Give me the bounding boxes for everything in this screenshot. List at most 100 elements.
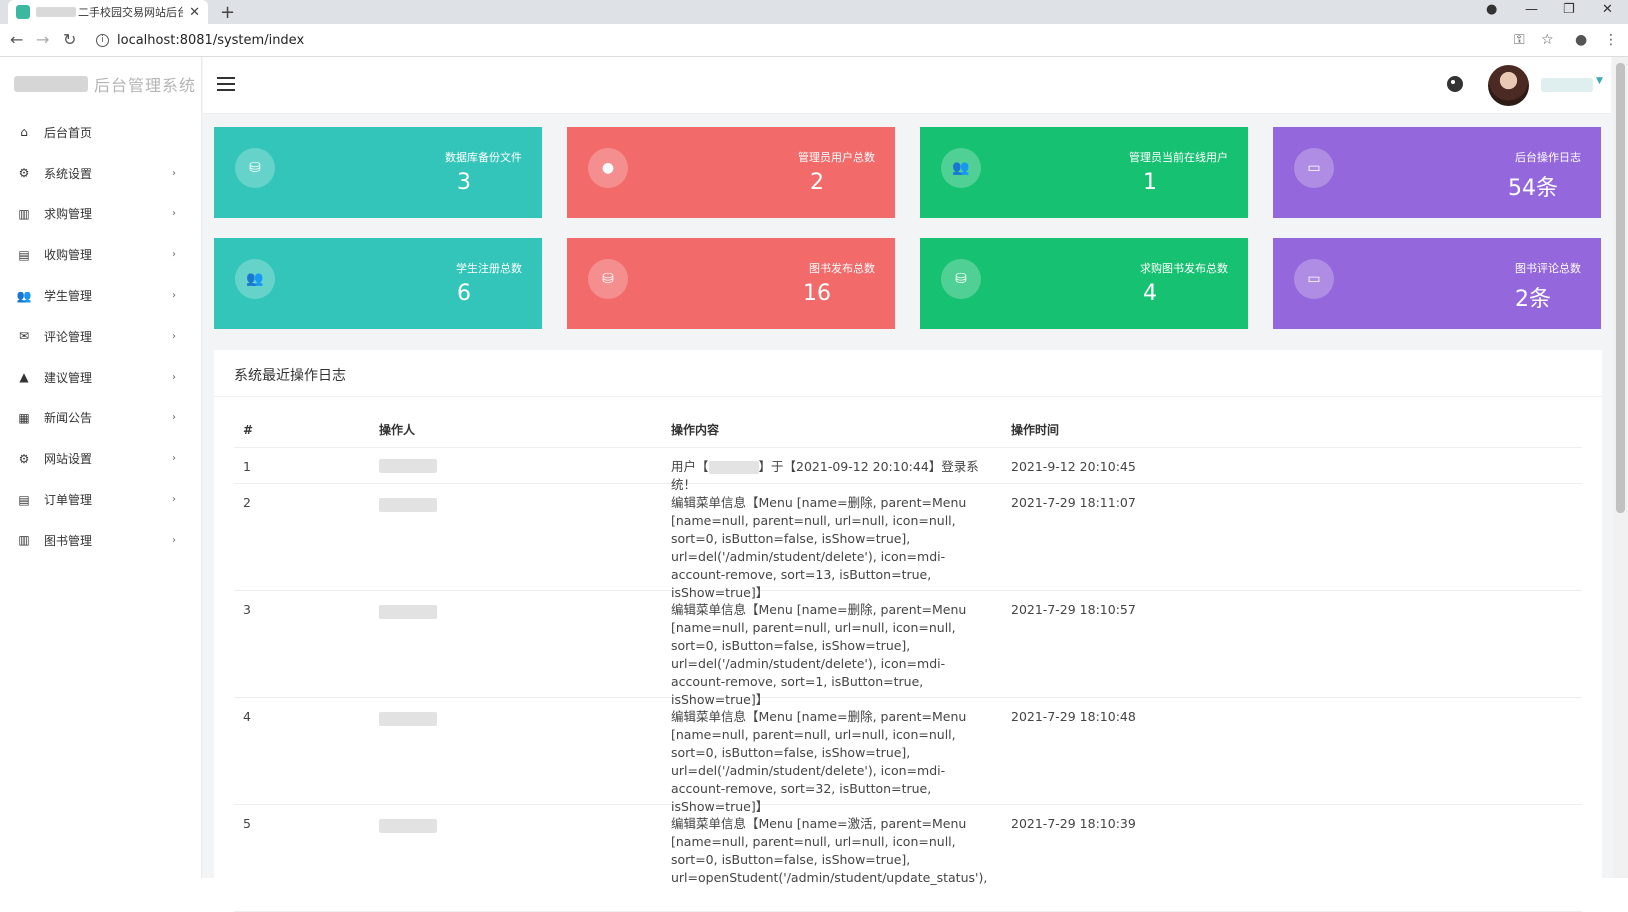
minimize-button[interactable]: — — [1525, 2, 1538, 17]
blurred-operator — [379, 498, 437, 512]
close-window-button[interactable]: ✕ — [1602, 2, 1613, 17]
tab-close-icon[interactable]: ✕ — [189, 5, 200, 20]
menu-toggle-icon[interactable] — [217, 77, 235, 91]
sidebar-item[interactable]: ▥ 图书管理 › — [0, 520, 202, 561]
stat-label: 管理员当前在线用户 — [1129, 151, 1228, 164]
warning-icon: ▲ — [19, 370, 29, 385]
stat-value: 4 — [1143, 281, 1157, 306]
key-icon[interactable]: ⚿ — [1514, 32, 1525, 48]
book-icon: ▥ — [18, 206, 30, 221]
browser-tabbar: 二手校园交易网站后台 ✕ + ● — ❐ ✕ — [0, 0, 1628, 24]
sidebar-item[interactable]: ⚙ 系统设置 › — [0, 153, 202, 194]
log-number: 3 — [243, 602, 251, 617]
col-header: 操作人 — [379, 423, 416, 437]
sidebar-item-label: 后台首页 — [44, 125, 93, 140]
users-icon: 👥 — [16, 288, 32, 303]
sidebar-item-label: 网站设置 — [44, 452, 93, 467]
stat-label: 图书发布总数 — [809, 262, 875, 275]
log-number: 5 — [243, 816, 251, 831]
log-table: # 操作人 操作内容 操作时间 1 用户【 】于【2021-09-12 20:10:… — [234, 410, 1582, 912]
sidebar-item[interactable]: ▦ 新闻公告 › — [0, 398, 202, 439]
col-header: # — [243, 423, 254, 437]
tab-title: 二手校园交易网站后台 — [78, 6, 184, 19]
book-icon: ▥ — [18, 533, 30, 548]
table-row: 1 用户【 】于【2021-09-12 20:10:44】登录系统！ 2021-9-1… — [234, 448, 1582, 492]
browser-tab[interactable]: 二手校园交易网站后台 ✕ — [8, 0, 208, 24]
log-content: 编辑菜单信息【Menu [name=删除, parent=Menu [name=… — [671, 602, 967, 707]
chevron-right-icon: › — [172, 208, 176, 220]
log-content: 编辑菜单信息【Menu [name=激活, parent=Menu [name=… — [671, 816, 988, 885]
stat-value: 3 — [457, 170, 471, 195]
log-time: 2021-9-12 20:10:45 — [1011, 459, 1136, 474]
account-icon[interactable]: ● — [1575, 32, 1587, 48]
chevron-right-icon: › — [172, 249, 176, 261]
sidebar-item[interactable]: ▲ 建议管理 › — [0, 357, 202, 398]
blurred-operator — [379, 459, 437, 473]
sidebar-item-label: 收购管理 — [44, 248, 93, 263]
stat-card: ▭ 图书评论总数 2条 — [1273, 238, 1601, 329]
sidebar-item-label: 图书管理 — [44, 533, 93, 548]
log-number: 4 — [243, 709, 251, 724]
log-number: 1 — [243, 459, 251, 474]
scroll-thumb[interactable] — [1616, 63, 1625, 513]
address-bar: ← → ↻ i localhost:8081/system/index ⚿ ☆ … — [0, 24, 1628, 57]
sidebar-item[interactable]: ▤ 收购管理 › — [0, 234, 202, 275]
logo[interactable]: 后台管理系统 — [14, 72, 196, 96]
stat-card: 👥 学生注册总数 6 — [214, 238, 542, 329]
blurred-username — [708, 461, 759, 474]
admin-app: 后台管理系统 ⌂ 后台首页 ⚙ 系统设置 › ▥ 求购管理 › ▤ 收购管理 › 👥 学生管理 › ✉ 评论管… — [0, 57, 1628, 912]
stat-value: 6 — [457, 281, 471, 306]
sidebar-item[interactable]: ✉ 评论管理 › — [0, 316, 202, 357]
table-row: 2 编辑菜单信息【Menu [name=删除, parent=Menu [name… — [234, 484, 1582, 600]
sidebar-item-label: 新闻公告 — [44, 411, 93, 426]
stat-value: 1 — [1143, 170, 1157, 195]
sidebar-item[interactable]: ⚙ 网站设置 › — [0, 438, 202, 479]
sidebar-item-label: 学生管理 — [44, 289, 93, 304]
username-blurred[interactable] — [1541, 78, 1593, 92]
news-icon: ▦ — [18, 410, 30, 425]
user-icon: ● — [588, 148, 628, 188]
sidebar-item[interactable]: ▤ 订单管理 › — [0, 479, 202, 520]
chevron-right-icon: › — [172, 167, 176, 179]
gear-icon: ⚙ — [18, 166, 30, 181]
chevron-right-icon: › — [172, 494, 176, 506]
table-header: # 操作人 操作内容 操作时间 — [234, 410, 1582, 448]
sidebar-item-label: 求购管理 — [44, 207, 93, 222]
book-open-icon: ▤ — [18, 247, 30, 262]
table-row: 3 编辑菜单信息【Menu [name=删除, parent=Menu [name… — [234, 591, 1582, 707]
stat-value: 16 — [803, 281, 831, 306]
stat-label: 求购图书发布总数 — [1140, 262, 1228, 275]
sidebar-item[interactable]: ▥ 求购管理 › — [0, 194, 202, 235]
forward-icon[interactable]: → — [36, 30, 49, 49]
stat-value: 2 — [810, 170, 824, 195]
blurred-text — [36, 7, 76, 17]
sidebar-item[interactable]: ⌂ 后台首页 — [0, 112, 202, 153]
theme-palette-icon[interactable] — [1447, 76, 1463, 92]
url-field[interactable]: i localhost:8081/system/index — [96, 29, 1526, 51]
col-header: 操作内容 — [671, 423, 720, 437]
profile-menu-icon[interactable]: ● — [1486, 2, 1497, 17]
chevron-right-icon: › — [172, 290, 176, 302]
chevron-right-icon: › — [172, 371, 176, 383]
avatar[interactable] — [1488, 65, 1529, 106]
back-icon[interactable]: ← — [10, 30, 23, 49]
database-icon: ⛁ — [235, 148, 275, 188]
new-tab-button[interactable]: + — [220, 2, 235, 23]
chevron-right-icon: › — [172, 412, 176, 424]
reload-icon[interactable]: ↻ — [63, 30, 76, 49]
info-icon[interactable]: i — [96, 33, 109, 47]
blurred-operator — [379, 819, 437, 833]
star-icon[interactable]: ☆ — [1541, 32, 1554, 48]
caret-down-icon[interactable]: ▼ — [1596, 76, 1603, 86]
stat-label: 学生注册总数 — [456, 262, 522, 275]
table-row: 5 编辑菜单信息【Menu [name=激活, parent=Menu [name… — [234, 805, 1582, 912]
stat-card: ▭ 后台操作日志 54条 — [1273, 127, 1601, 218]
sidebar-item[interactable]: 👥 学生管理 › — [0, 275, 202, 316]
more-icon[interactable]: ⋮ — [1604, 32, 1618, 48]
log-number: 2 — [243, 495, 251, 510]
users-icon: 👥 — [941, 148, 981, 188]
maximize-button[interactable]: ❐ — [1563, 2, 1575, 17]
database-icon: ⛁ — [588, 259, 628, 299]
page-scrollbar[interactable] — [1613, 57, 1628, 878]
stat-card: ⛁ 数据库备份文件 3 — [214, 127, 542, 218]
